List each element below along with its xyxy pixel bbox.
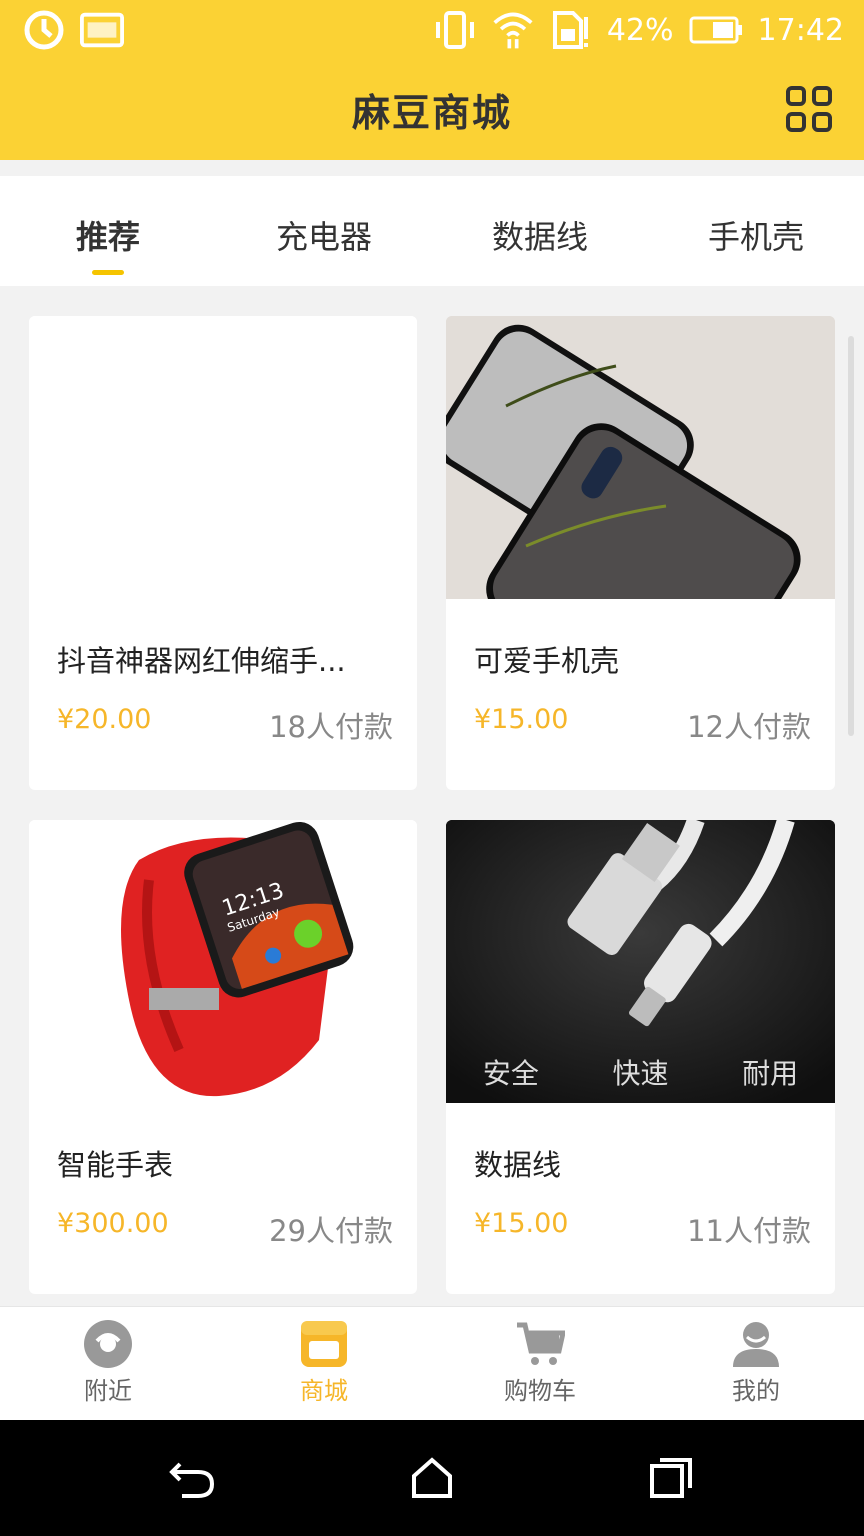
product-image-blank <box>29 316 417 599</box>
banner-safe: 安全 <box>482 1057 539 1090</box>
nav-label: 商城 <box>300 1377 348 1405</box>
product-name: 数据线 <box>474 1148 562 1182</box>
image-icon <box>80 10 124 50</box>
product-price: ¥20.00 <box>57 704 152 735</box>
product-paid-count: 12人付款 <box>687 710 811 744</box>
home-icon[interactable] <box>408 1456 456 1500</box>
product-card[interactable]: 抖音神器网红伸缩手... ¥20.00 18人付款 <box>29 316 417 790</box>
store-icon <box>299 1319 349 1369</box>
page-title: 麻豆商城 <box>351 91 512 135</box>
nav-nearby[interactable]: 附近 <box>0 1307 216 1420</box>
product-image-phone-case <box>446 316 835 725</box>
user-icon <box>731 1319 781 1369</box>
system-navigation-bar <box>0 1420 864 1536</box>
battery-icon <box>688 10 744 50</box>
back-icon[interactable] <box>168 1456 216 1500</box>
product-paid-count: 11人付款 <box>687 1214 811 1248</box>
cable-banner: 安全 快速 耐用 <box>446 1052 835 1092</box>
clock: 17:42 <box>757 12 844 48</box>
tab-label: 推荐 <box>75 218 140 256</box>
product-card[interactable]: 可爱手机壳 ¥15.00 12人付款 <box>446 316 835 790</box>
tab-charger[interactable]: 充电器 <box>216 176 432 286</box>
grid-icon <box>786 86 806 106</box>
product-paid-count: 18人付款 <box>269 710 393 744</box>
product-card[interactable]: 12:13 Saturday 智能手表 ¥300.00 29人付款 <box>29 820 417 1294</box>
product-price: ¥300.00 <box>57 1208 169 1239</box>
product-price: ¥15.00 <box>474 1208 569 1239</box>
vibrate-icon <box>433 10 477 50</box>
status-bar: 42% 17:42 <box>0 0 864 62</box>
product-price: ¥15.00 <box>474 704 569 735</box>
product-name: 可爱手机壳 <box>474 644 620 678</box>
product-image-smartwatch: 12:13 Saturday <box>29 820 417 1103</box>
tab-phone-case[interactable]: 手机壳 <box>648 176 864 286</box>
app-header: 42% 17:42 麻豆商城 <box>0 0 864 160</box>
product-name: 智能手表 <box>57 1148 174 1182</box>
nav-profile[interactable]: 我的 <box>648 1307 864 1420</box>
tab-label: 充电器 <box>275 218 372 256</box>
compass-icon <box>83 1319 133 1369</box>
product-image-data-cable: 安全 快速 耐用 <box>446 820 835 1103</box>
scrollbar[interactable] <box>848 336 854 736</box>
nav-label: 附近 <box>84 1377 132 1405</box>
nav-mall[interactable]: 商城 <box>216 1307 432 1420</box>
battery-percent: 42% <box>606 12 674 48</box>
active-tab-indicator <box>92 270 124 275</box>
product-card[interactable]: 安全 快速 耐用 数据线 ¥15.00 11人付款 <box>446 820 835 1294</box>
category-grid-button[interactable] <box>786 86 832 132</box>
tab-data-cable[interactable]: 数据线 <box>432 176 648 286</box>
bottom-navigation: 附近 商城 购物车 我的 <box>0 1306 864 1420</box>
nav-cart[interactable]: 购物车 <box>432 1307 648 1420</box>
tab-recommend[interactable]: 推荐 <box>0 176 216 286</box>
tab-label: 手机壳 <box>707 218 804 256</box>
sim-icon <box>549 10 593 50</box>
tab-label: 数据线 <box>491 218 588 256</box>
banner-fast: 快速 <box>612 1057 669 1090</box>
banner-durable: 耐用 <box>742 1057 799 1090</box>
sync-icon <box>22 10 66 50</box>
nav-label: 购物车 <box>504 1377 576 1405</box>
category-tabs: 推荐 充电器 数据线 手机壳 <box>0 176 864 286</box>
nav-label: 我的 <box>732 1377 780 1405</box>
product-paid-count: 29人付款 <box>269 1214 393 1248</box>
wifi-icon <box>491 10 535 50</box>
cart-icon <box>515 1319 567 1369</box>
recent-apps-icon[interactable] <box>648 1456 696 1500</box>
product-name: 抖音神器网红伸缩手... <box>57 644 346 678</box>
